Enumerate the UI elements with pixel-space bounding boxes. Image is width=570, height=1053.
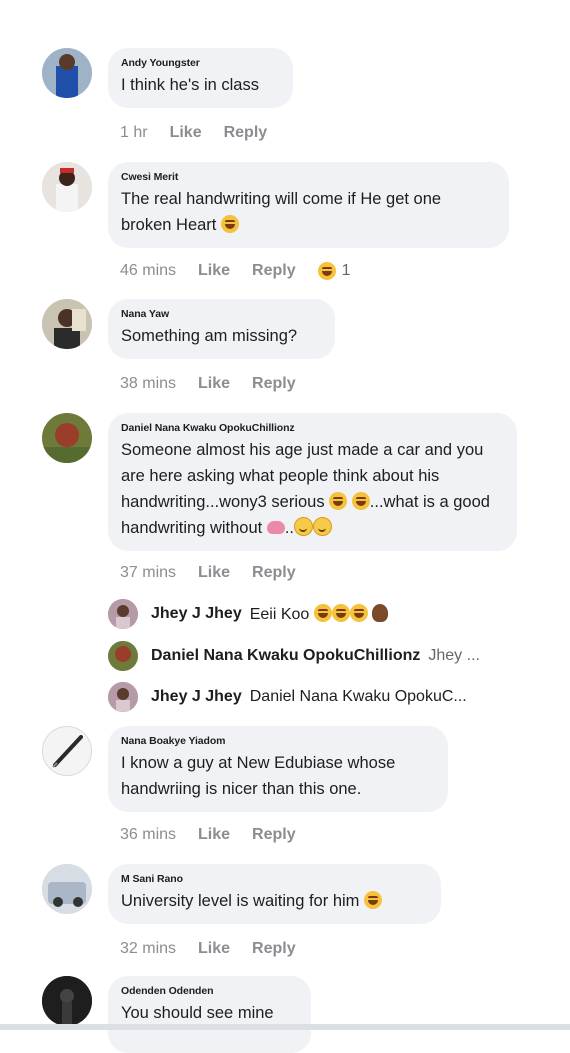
- comment-bubble: Nana Boakye Yiadom I know a guy at New E…: [108, 726, 448, 812]
- comment-actions: 46 mins Like Reply 1: [120, 262, 351, 280]
- comment-text: I think he's in class: [121, 76, 259, 94]
- comment-bubble: M Sani Rano University level is waiting …: [108, 864, 441, 924]
- comment-time[interactable]: 1 hr: [120, 124, 148, 142]
- laughing-emoji-icon: [351, 492, 370, 510]
- avatar[interactable]: [42, 48, 92, 98]
- smiling-emoji-icon: [294, 517, 314, 536]
- woman-emoji-icon: [372, 604, 389, 622]
- avatar[interactable]: [108, 682, 138, 712]
- comment-bubble: Daniel Nana Kwaku OpokuChillionz Someone…: [108, 413, 517, 551]
- smiling-emoji-icon: [313, 517, 333, 536]
- reply-text-content: Eeii Koo: [249, 606, 310, 623]
- avatar[interactable]: [42, 413, 92, 463]
- comment-text-content: ..: [284, 519, 295, 537]
- reply-author[interactable]: Jhey J Jhey: [151, 605, 242, 623]
- like-button[interactable]: Like: [170, 124, 202, 142]
- reply-button[interactable]: Reply: [252, 940, 296, 958]
- avatar[interactable]: [108, 641, 138, 671]
- reply-button[interactable]: Reply: [252, 564, 296, 582]
- comment-actions: 36 mins Like Reply: [120, 826, 318, 844]
- like-button[interactable]: Like: [198, 564, 230, 582]
- reply-button[interactable]: Reply: [252, 826, 296, 844]
- comment-bubble: Cwesi Merit The real handwriting will co…: [108, 162, 509, 248]
- reply-author[interactable]: Jhey J Jhey: [151, 688, 242, 706]
- comment-text: The real handwriting will come if He get…: [121, 186, 495, 238]
- reply-button[interactable]: Reply: [252, 375, 296, 393]
- reply-author[interactable]: Daniel Nana Kwaku OpokuChillionz: [151, 647, 420, 665]
- laughing-emoji-icon: [313, 604, 332, 622]
- like-button[interactable]: Like: [198, 940, 230, 958]
- comment-text: Someone almost his age just made a car a…: [121, 437, 503, 541]
- comment-author[interactable]: Daniel Nana Kwaku OpokuChillionz: [121, 422, 503, 434]
- comment-author[interactable]: Odenden Odenden: [121, 985, 297, 997]
- comment-text: I know a guy at New Edubiase whose handw…: [121, 754, 396, 798]
- comment-text-content: University level is waiting for him: [121, 892, 360, 910]
- laughing-emoji-icon: [364, 891, 382, 909]
- avatar[interactable]: [42, 864, 92, 914]
- comment-actions: 32 mins Like Reply: [120, 940, 318, 958]
- like-button[interactable]: Like: [198, 826, 230, 844]
- reply-item[interactable]: Daniel Nana Kwaku OpokuChillionz Jhey ..…: [108, 640, 518, 672]
- comment-text: Something am missing?: [121, 327, 298, 345]
- avatar[interactable]: [42, 299, 92, 349]
- laughing-emoji-icon: [349, 604, 368, 622]
- reply-button[interactable]: Reply: [252, 262, 296, 280]
- comment-bubble: Nana Yaw Something am missing?: [108, 299, 335, 359]
- comment-time[interactable]: 46 mins: [120, 262, 176, 280]
- reply-item[interactable]: Jhey J Jhey Eeii Koo: [108, 598, 518, 630]
- laughing-emoji-icon: [220, 215, 239, 233]
- reply-text: Jhey ...: [428, 647, 480, 664]
- reaction-count: 1: [341, 262, 351, 279]
- avatar[interactable]: [42, 726, 92, 776]
- comment-time[interactable]: 32 mins: [120, 940, 176, 958]
- avatar[interactable]: [42, 162, 92, 212]
- comment-actions: 38 mins Like Reply: [120, 375, 318, 393]
- bottom-divider: [0, 1024, 570, 1030]
- comment-time[interactable]: 38 mins: [120, 375, 176, 393]
- comment-actions: 1 hr Like Reply: [120, 124, 289, 142]
- like-button[interactable]: Like: [198, 375, 230, 393]
- reply-item[interactable]: Jhey J Jhey Daniel Nana Kwaku OpokuC...: [108, 681, 518, 713]
- comment-author[interactable]: Cwesi Merit: [121, 171, 495, 183]
- reaction-summary[interactable]: 1: [317, 262, 351, 280]
- comment-bubble: Andy Youngster I think he's in class: [108, 48, 293, 108]
- comment-time[interactable]: 37 mins: [120, 564, 176, 582]
- comment-author[interactable]: Andy Youngster: [121, 57, 279, 69]
- laughing-emoji-icon: [331, 604, 350, 622]
- comment-time[interactable]: 36 mins: [120, 826, 176, 844]
- comment-author[interactable]: Nana Yaw: [121, 308, 321, 320]
- like-button[interactable]: Like: [198, 262, 230, 280]
- comment-author[interactable]: Nana Boakye Yiadom: [121, 735, 434, 747]
- laughing-reaction-icon: [317, 262, 336, 280]
- laughing-emoji-icon: [329, 492, 348, 510]
- comment-text: You should see mine: [121, 1004, 274, 1022]
- reply-text: Eeii Koo: [250, 604, 389, 624]
- comment-text-content: The real handwriting will come if He get…: [121, 190, 442, 234]
- comment-author[interactable]: M Sani Rano: [121, 873, 427, 885]
- comment-text: University level is waiting for him: [121, 888, 427, 914]
- comment-actions: 37 mins Like Reply: [120, 564, 318, 582]
- comment-bubble: Odenden Odenden You should see mine: [108, 976, 311, 1053]
- avatar[interactable]: [108, 599, 138, 629]
- reply-text: Daniel Nana Kwaku OpokuC...: [249, 688, 467, 705]
- avatar[interactable]: [42, 976, 92, 1026]
- brain-emoji-icon: [266, 521, 285, 534]
- reply-button[interactable]: Reply: [224, 124, 268, 142]
